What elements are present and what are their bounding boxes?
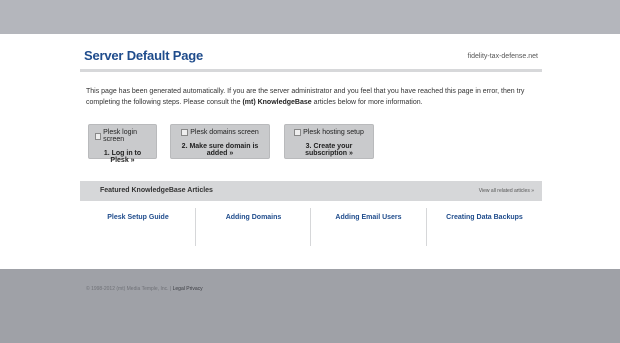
step-hosting-alt: Plesk hosting setup (303, 129, 364, 136)
step-login[interactable]: Plesk login screen 1. Log in to Plesk » (88, 124, 157, 164)
kb-articles: Plesk Setup Guide Adding Domains Adding … (80, 208, 542, 246)
step-hosting-label: 3. Create your subscription » (305, 143, 353, 157)
step-domains-alt: Plesk domains screen (190, 129, 259, 136)
intro-text: This page has been generated automatical… (86, 86, 538, 108)
step-login-alt: Plesk login screen (103, 129, 137, 143)
domain-name: fidelity-tax-defense.net (467, 53, 538, 60)
footer-band (0, 269, 620, 343)
page-title: Server Default Page (84, 48, 204, 63)
step-login-label: 1. Log in to Plesk » (103, 150, 142, 164)
intro-kb-link: (mt) KnowledgeBase (242, 99, 312, 106)
article-creating-data-backups[interactable]: Creating Data Backups (426, 208, 542, 246)
view-all-articles-link[interactable]: View all related articles » (479, 188, 534, 194)
broken-image-icon (294, 129, 302, 136)
article-adding-domains[interactable]: Adding Domains (195, 208, 311, 246)
article-plesk-setup-guide[interactable]: Plesk Setup Guide (80, 208, 196, 246)
step-hosting-image: Plesk hosting setup (291, 129, 367, 136)
top-band (0, 0, 620, 34)
header-divider (80, 69, 542, 72)
intro-text-part2: articles below for more information. (311, 99, 423, 106)
privacy-link[interactable]: Privacy (186, 286, 202, 292)
article-adding-email-users[interactable]: Adding Email Users (310, 208, 426, 246)
steps-row: Plesk login screen 1. Log in to Plesk » … (0, 124, 620, 164)
footer: © 1998-2012 (mt) Media Temple, Inc. | Le… (86, 286, 203, 292)
step-login-image: Plesk login screen (95, 129, 150, 143)
broken-image-icon (95, 132, 102, 140)
step-domains-image: Plesk domains screen (177, 129, 263, 136)
copyright: © 1998-2012 (mt) Media Temple, Inc. (86, 286, 169, 292)
legal-link[interactable]: Legal (173, 286, 185, 292)
kb-header: Featured KnowledgeBase Articles View all… (80, 181, 542, 201)
step-domains[interactable]: Plesk domains screen 2. Make sure domain… (170, 124, 270, 159)
step-domains-label: 2. Make sure domain is added » (181, 143, 259, 157)
broken-image-icon (181, 129, 189, 136)
step-hosting[interactable]: Plesk hosting setup 3. Create your subsc… (284, 124, 374, 159)
kb-title: Featured KnowledgeBase Articles (100, 187, 213, 194)
